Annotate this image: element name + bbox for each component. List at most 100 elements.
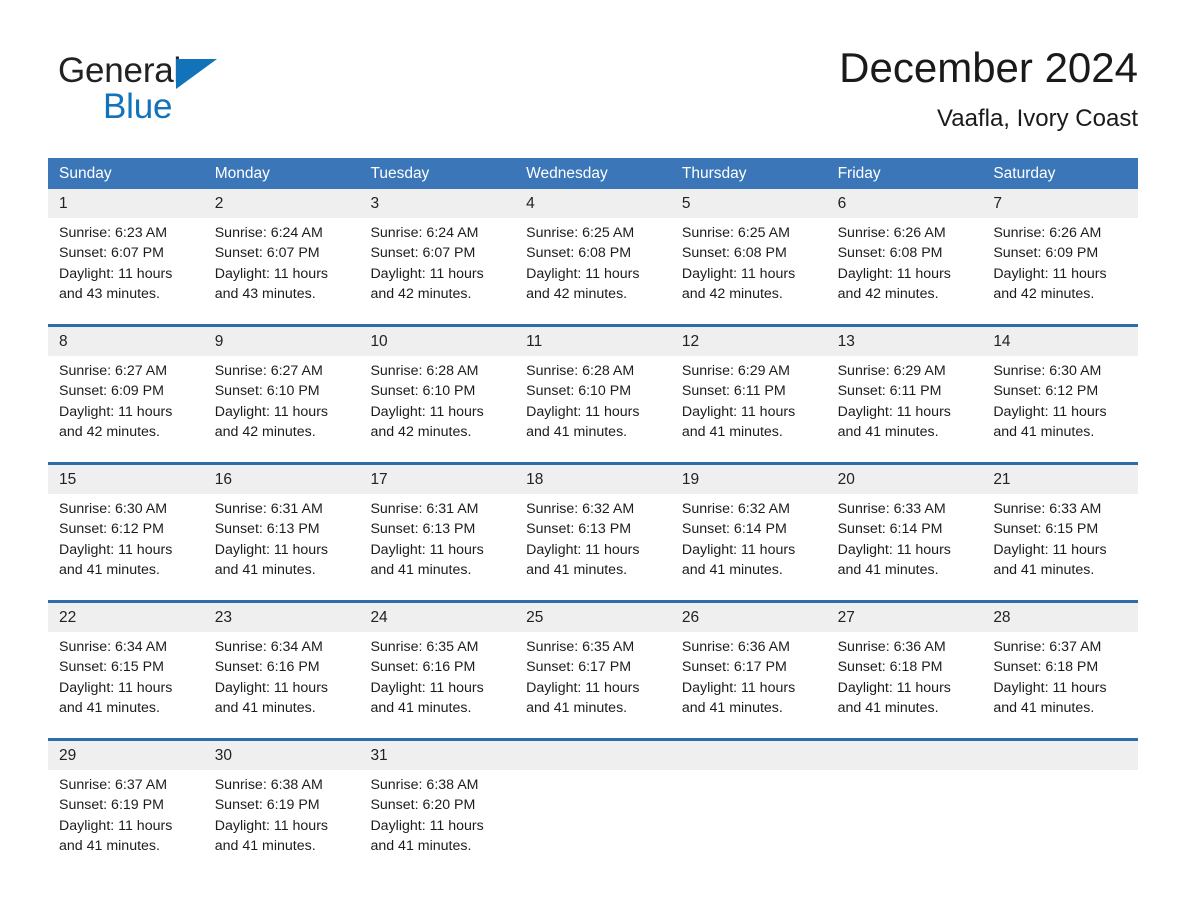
sunrise-text: Sunrise: 6:36 AM xyxy=(681,639,790,655)
day-cell[interactable]: 25 Sunrise: 6:35 AM Sunset: 6:17 PM Dayl… xyxy=(515,603,671,727)
day-cell[interactable]: 24 Sunrise: 6:35 AM Sunset: 6:16 PM Dayl… xyxy=(359,603,515,727)
page-title: December 2024 xyxy=(839,44,1138,91)
day-details: Sunrise: 6:30 AM Sunset: 6:12 PM Dayligh… xyxy=(993,361,1138,442)
daylight-text-line1: Daylight: 11 hours xyxy=(993,541,1107,558)
day-cell[interactable]: 26 Sunrise: 6:36 AM Sunset: 6:17 PM Dayl… xyxy=(671,603,827,727)
daylight-text-line2: and 41 minutes. xyxy=(837,423,939,440)
sunrise-text: Sunrise: 6:26 AM xyxy=(993,225,1102,241)
daylight-text-line1: Daylight: 11 hours xyxy=(993,265,1107,282)
day-details: Sunrise: 6:29 AM Sunset: 6:11 PM Dayligh… xyxy=(682,361,827,442)
daylight-text-line1: Daylight: 11 hours xyxy=(993,679,1107,696)
day-number: 18 xyxy=(526,471,544,488)
day-cell[interactable]: 5 Sunrise: 6:25 AM Sunset: 6:08 PM Dayli… xyxy=(671,189,827,313)
daylight-text-line1: Daylight: 11 hours xyxy=(526,265,640,282)
day-number: 20 xyxy=(837,471,855,488)
day-cell[interactable]: 31 Sunrise: 6:38 AM Sunset: 6:20 PM Dayl… xyxy=(359,741,515,865)
daylight-text-line1: Daylight: 11 hours xyxy=(214,541,329,558)
day-cell[interactable]: 17 Sunrise: 6:31 AM Sunset: 6:13 PM Dayl… xyxy=(359,465,515,589)
daylight-text-line1: Daylight: 11 hours xyxy=(681,265,796,282)
sunrise-text: Sunrise: 6:25 AM xyxy=(526,225,635,241)
day-cell[interactable]: 11 Sunrise: 6:28 AM Sunset: 6:10 PM Dayl… xyxy=(515,327,671,451)
logo-top-line: General xyxy=(58,50,378,92)
daylight-text-line2: and 41 minutes. xyxy=(370,699,472,716)
day-cell[interactable]: 12 Sunrise: 6:29 AM Sunset: 6:11 PM Dayl… xyxy=(671,327,827,451)
daylight-text-line1: Daylight: 11 hours xyxy=(59,817,173,834)
day-cell[interactable]: 27 Sunrise: 6:36 AM Sunset: 6:18 PM Dayl… xyxy=(827,603,983,727)
day-cell[interactable]: 22 Sunrise: 6:34 AM Sunset: 6:15 PM Dayl… xyxy=(48,603,204,727)
daylight-text-line2: and 41 minutes. xyxy=(59,699,160,716)
sunset-text: Sunset: 6:07 PM xyxy=(59,245,164,262)
sunrise-text: Sunrise: 6:35 AM xyxy=(370,639,479,655)
day-details: Sunrise: 6:25 AM Sunset: 6:08 PM Dayligh… xyxy=(682,223,827,304)
day-cell[interactable]: 3 Sunrise: 6:24 AM Sunset: 6:07 PM Dayli… xyxy=(359,189,515,313)
day-cell[interactable]: 2 Sunrise: 6:24 AM Sunset: 6:07 PM Dayli… xyxy=(204,189,360,313)
daylight-text-line2: and 42 minutes. xyxy=(214,423,316,440)
day-number: 4 xyxy=(526,195,535,212)
day-number: 12 xyxy=(681,333,700,350)
day-cell[interactable]: 4 Sunrise: 6:25 AM Sunset: 6:08 PM Dayli… xyxy=(515,189,671,313)
day-cell[interactable]: 21 Sunrise: 6:33 AM Sunset: 6:15 PM Dayl… xyxy=(982,465,1138,589)
day-cell[interactable]: 19 Sunrise: 6:32 AM Sunset: 6:14 PM Dayl… xyxy=(671,465,827,589)
daylight-text-line1: Daylight: 11 hours xyxy=(214,403,329,420)
sunrise-text: Sunrise: 6:30 AM xyxy=(993,363,1102,379)
sunset-text: Sunset: 6:13 PM xyxy=(370,521,476,538)
sunset-text: Sunset: 6:15 PM xyxy=(993,521,1099,538)
day-cell[interactable]: 14 Sunrise: 6:30 AM Sunset: 6:12 PM Dayl… xyxy=(982,327,1138,451)
logo-text-blue: Blue xyxy=(103,87,173,126)
day-cell[interactable]: 23 Sunrise: 6:34 AM Sunset: 6:16 PM Dayl… xyxy=(204,603,360,727)
daylight-text-line2: and 41 minutes. xyxy=(370,561,472,578)
day-number: 16 xyxy=(214,471,232,488)
day-cell[interactable]: 15 Sunrise: 6:30 AM Sunset: 6:12 PM Dayl… xyxy=(48,465,204,589)
daylight-text-line1: Daylight: 11 hours xyxy=(526,679,640,696)
daylight-text-line2: and 41 minutes. xyxy=(526,423,628,440)
sunset-text: Sunset: 6:14 PM xyxy=(681,521,787,538)
sunset-text: Sunset: 6:19 PM xyxy=(59,797,164,814)
day-details: Sunrise: 6:26 AM Sunset: 6:08 PM Dayligh… xyxy=(838,223,983,304)
day-cell[interactable]: 1 Sunrise: 6:23 AM Sunset: 6:07 PM Dayli… xyxy=(48,189,204,313)
day-details: Sunrise: 6:24 AM Sunset: 6:07 PM Dayligh… xyxy=(215,223,360,304)
daylight-text-line1: Daylight: 11 hours xyxy=(214,679,329,696)
day-details: Sunrise: 6:29 AM Sunset: 6:11 PM Dayligh… xyxy=(838,361,983,442)
sunset-text: Sunset: 6:16 PM xyxy=(370,659,476,676)
daylight-text-line2: and 42 minutes. xyxy=(837,285,939,302)
day-cell[interactable]: 13 Sunrise: 6:29 AM Sunset: 6:11 PM Dayl… xyxy=(827,327,983,451)
day-details: Sunrise: 6:32 AM Sunset: 6:14 PM Dayligh… xyxy=(682,499,827,580)
daylight-text-line2: and 42 minutes. xyxy=(370,285,472,302)
sunset-text: Sunset: 6:11 PM xyxy=(681,383,786,400)
daylight-text-line1: Daylight: 11 hours xyxy=(59,403,173,420)
day-cell[interactable]: 18 Sunrise: 6:32 AM Sunset: 6:13 PM Dayl… xyxy=(515,465,671,589)
sunrise-text: Sunrise: 6:37 AM xyxy=(993,639,1102,655)
day-number: 17 xyxy=(370,471,388,488)
sunrise-text: Sunrise: 6:28 AM xyxy=(370,363,479,379)
day-cell[interactable]: 8 Sunrise: 6:27 AM Sunset: 6:09 PM Dayli… xyxy=(48,327,204,451)
day-cell[interactable]: 16 Sunrise: 6:31 AM Sunset: 6:13 PM Dayl… xyxy=(204,465,360,589)
day-cell[interactable]: 9 Sunrise: 6:27 AM Sunset: 6:10 PM Dayli… xyxy=(204,327,360,451)
sunset-text: Sunset: 6:17 PM xyxy=(526,659,632,676)
sunrise-text: Sunrise: 6:32 AM xyxy=(526,501,635,517)
day-cell[interactable]: 30 Sunrise: 6:38 AM Sunset: 6:19 PM Dayl… xyxy=(204,741,360,865)
day-cell[interactable]: 6 Sunrise: 6:26 AM Sunset: 6:08 PM Dayli… xyxy=(827,189,983,313)
day-number: 23 xyxy=(214,609,232,626)
day-cell[interactable]: 28 Sunrise: 6:37 AM Sunset: 6:18 PM Dayl… xyxy=(982,603,1138,727)
day-number: 24 xyxy=(370,609,388,626)
day-cell[interactable]: 20 Sunrise: 6:33 AM Sunset: 6:14 PM Dayl… xyxy=(827,465,983,589)
day-number: 31 xyxy=(370,747,388,764)
sunrise-text: Sunrise: 6:36 AM xyxy=(837,639,946,655)
daylight-text-line1: Daylight: 11 hours xyxy=(59,679,173,696)
sunrise-text: Sunrise: 6:31 AM xyxy=(370,501,479,517)
day-number: 13 xyxy=(837,333,855,350)
day-cell[interactable]: 7 Sunrise: 6:26 AM Sunset: 6:09 PM Dayli… xyxy=(982,189,1138,313)
day-details: Sunrise: 6:35 AM Sunset: 6:16 PM Dayligh… xyxy=(370,637,515,718)
daylight-text-line2: and 41 minutes. xyxy=(59,561,160,578)
day-cell[interactable]: 29 Sunrise: 6:37 AM Sunset: 6:19 PM Dayl… xyxy=(48,741,204,865)
daylight-text-line1: Daylight: 11 hours xyxy=(59,541,173,558)
daylight-text-line2: and 42 minutes. xyxy=(681,285,783,302)
page-subtitle: Vaafla, Ivory Coast xyxy=(937,105,1138,132)
day-number: 15 xyxy=(59,471,77,488)
day-cell[interactable]: 10 Sunrise: 6:28 AM Sunset: 6:10 PM Dayl… xyxy=(359,327,515,451)
day-number: 10 xyxy=(370,333,388,350)
calendar-week-row: 29 Sunrise: 6:37 AM Sunset: 6:19 PM Dayl… xyxy=(48,738,1138,865)
daylight-text-line1: Daylight: 11 hours xyxy=(837,403,951,420)
sunrise-text: Sunrise: 6:24 AM xyxy=(214,225,323,241)
day-number: 27 xyxy=(837,609,855,626)
